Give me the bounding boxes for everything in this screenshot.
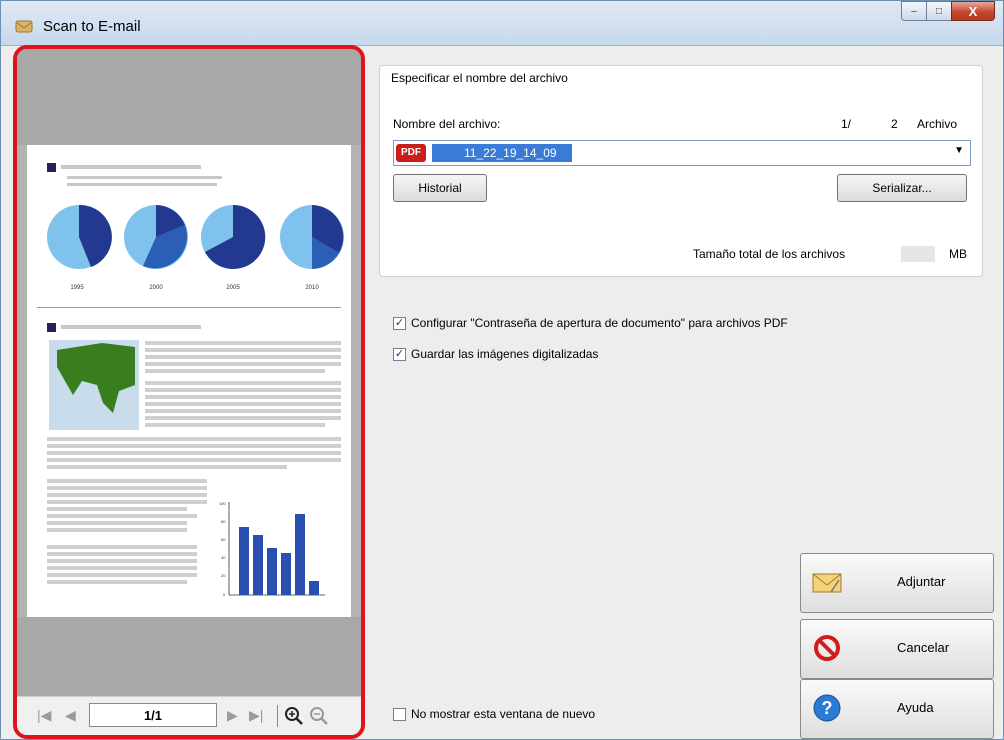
file-counter-current: 1/	[841, 117, 852, 131]
file-counter-total: 2	[891, 117, 898, 131]
zoom-out-icon[interactable]	[309, 706, 329, 726]
help-button-label: Ayuda	[897, 700, 934, 715]
file-name-group	[379, 65, 983, 277]
pdf-icon: PDF	[396, 144, 426, 162]
scanned-page: 1995 2000 2005 2010 100 80 60 40 20 0	[27, 145, 351, 617]
preview-bottom-margin	[17, 617, 361, 703]
dont-show-again-checkbox[interactable]	[393, 708, 406, 721]
total-size-value	[901, 246, 935, 262]
password-checkbox[interactable]: ✓	[393, 317, 406, 330]
year-label-2005: 2005	[226, 285, 240, 291]
year-label-2010: 2010	[305, 285, 319, 291]
bar-chart: 100 80 60 40 20 0	[219, 501, 325, 597]
toolbar-divider	[277, 705, 278, 727]
year-label-2000: 2000	[149, 285, 163, 291]
window-title: Scan to E-mail	[43, 18, 141, 35]
attach-button[interactable]: Adjuntar	[800, 553, 994, 613]
world-map-image	[49, 340, 139, 430]
help-icon: ?	[813, 694, 841, 722]
zoom-in-icon[interactable]	[284, 706, 304, 726]
scan-preview-pane: 1995 2000 2005 2010 100 80 60 40 20 0 |◀…	[13, 45, 365, 739]
previous-page-icon[interactable]: ◀	[65, 707, 76, 724]
maximize-button[interactable]: □	[926, 1, 952, 21]
help-button[interactable]: ? Ayuda	[800, 679, 994, 739]
next-page-icon[interactable]: ▶	[227, 707, 238, 724]
scan-to-email-window: Scan to E-mail – □ X 1995 2000 2005 2010	[0, 0, 1004, 740]
app-icon	[15, 20, 33, 33]
attach-button-label: Adjuntar	[897, 574, 946, 589]
cancel-icon	[814, 635, 840, 661]
serialize-button[interactable]: Serializar...	[837, 174, 967, 202]
pie-chart-2005	[201, 204, 266, 269]
last-page-icon[interactable]: ▶|	[249, 707, 263, 724]
tick-60: 60	[221, 537, 226, 542]
tick-100: 100	[219, 501, 226, 506]
svg-text:?: ?	[822, 698, 833, 718]
preview-navigation-bar: |◀ ◀ 1/1 ▶ ▶|	[17, 696, 361, 735]
pie-chart-2010	[280, 205, 344, 269]
envelope-icon	[812, 573, 842, 593]
minimize-button[interactable]: –	[901, 1, 927, 21]
file-name-group-label: Especificar el nombre del archivo	[389, 71, 570, 85]
history-button[interactable]: Historial	[393, 174, 487, 202]
scanned-page-content: 1995 2000 2005 2010 100 80 60 40 20 0	[37, 163, 344, 597]
password-checkbox-label: Configurar "Contraseña de apertura de do…	[411, 316, 788, 330]
tick-20: 20	[221, 573, 226, 578]
dropdown-arrow-icon[interactable]: ▼	[954, 145, 964, 156]
close-button[interactable]: X	[951, 1, 995, 21]
cancel-button-label: Cancelar	[897, 640, 950, 655]
file-name-label: Nombre del archivo:	[393, 117, 501, 131]
save-images-checkbox-label: Guardar las imágenes digitalizadas	[411, 347, 599, 361]
file-name-combobox[interactable]: PDF 11_22_19_14_09 ▼	[393, 140, 971, 166]
tick-0: 0	[223, 592, 226, 597]
first-page-icon[interactable]: |◀	[37, 707, 51, 724]
year-label-1995: 1995	[70, 285, 84, 291]
size-unit: MB	[949, 247, 967, 261]
total-size-label: Tamaño total de los archivos	[693, 247, 846, 261]
preview-top-margin	[17, 49, 361, 145]
file-name-value[interactable]: 11_22_19_14_09	[432, 144, 572, 162]
cancel-button[interactable]: Cancelar	[800, 619, 994, 679]
pie-chart-1995	[47, 204, 112, 269]
title-bar: Scan to E-mail – □ X	[1, 1, 1003, 46]
tick-40: 40	[221, 555, 226, 560]
tick-80: 80	[221, 519, 226, 524]
dont-show-again-label: No mostrar esta ventana de nuevo	[411, 707, 596, 721]
save-images-checkbox[interactable]: ✓	[393, 348, 406, 361]
file-counter-unit: Archivo	[917, 117, 958, 131]
page-number-input[interactable]: 1/1	[89, 703, 217, 727]
